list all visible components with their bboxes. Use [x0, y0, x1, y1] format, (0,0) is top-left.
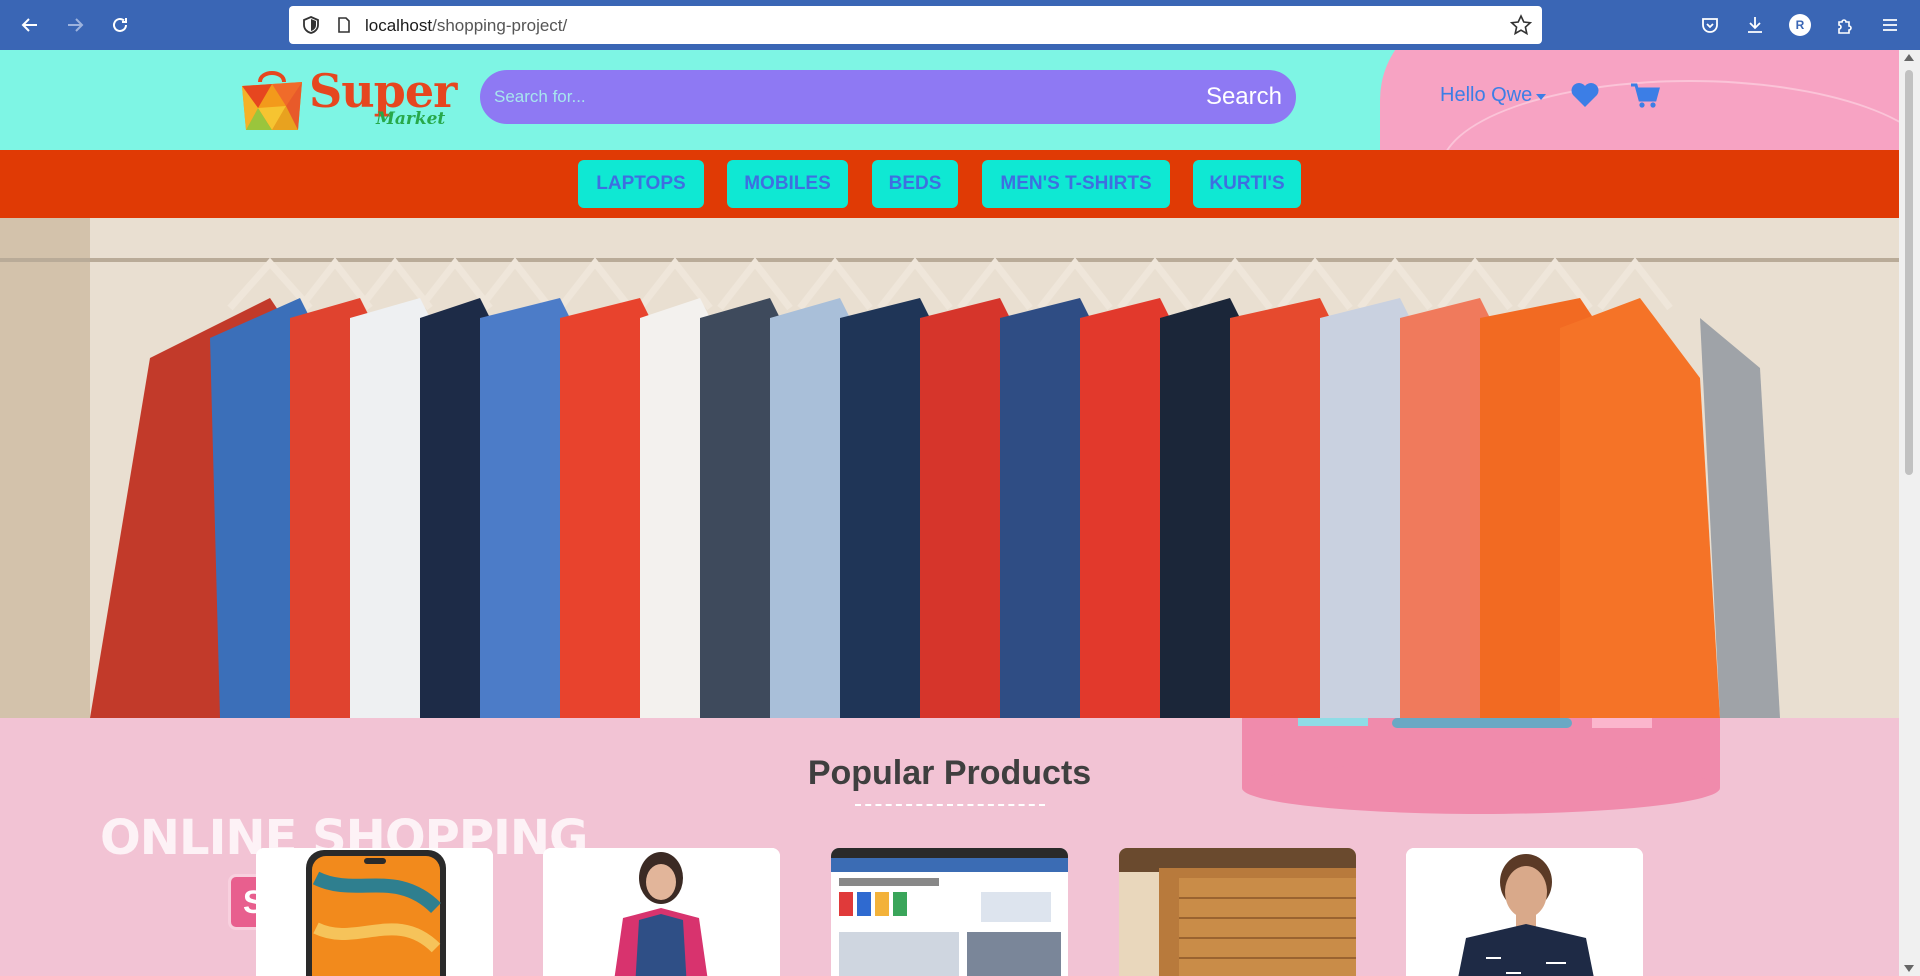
kurti-image [543, 848, 780, 976]
url-text[interactable]: localhost/shopping-project/ [365, 16, 567, 36]
user-menu-toggle[interactable]: Hello Qwe [1440, 84, 1547, 107]
url-path: /shopping-project/ [432, 16, 568, 35]
scroll-down-icon[interactable] [1904, 965, 1914, 972]
product-list [0, 718, 1899, 976]
site-logo[interactable]: Super Market [238, 64, 457, 136]
scrollbar-thumb[interactable] [1905, 70, 1913, 475]
reload-icon[interactable] [107, 12, 133, 38]
smartphone-image [256, 848, 493, 976]
profile-avatar[interactable]: R [1789, 14, 1811, 36]
category-nav: LAPTOPS MOBILES BEDS MEN'S T-SHIRTS KURT… [0, 150, 1899, 218]
mens-sweatshirt-image [1406, 848, 1643, 976]
page-viewport: Super Market Search Hello Qwe LAPTOPS MO… [0, 50, 1899, 976]
cart-icon[interactable] [1630, 82, 1660, 110]
forward-icon[interactable] [62, 12, 88, 38]
popular-products-section: ONLINE SHOPPING S Popular Products [0, 718, 1899, 976]
category-beds[interactable]: BEDS [872, 160, 958, 208]
menu-icon[interactable] [1878, 13, 1902, 37]
page-scrollbar[interactable] [1899, 50, 1920, 976]
shopping-bag-icon [242, 71, 302, 130]
browser-toolbar: localhost/shopping-project/ R [0, 0, 1920, 50]
page-icon [338, 17, 350, 33]
back-icon[interactable] [17, 12, 43, 38]
site-header: Super Market Search Hello Qwe [0, 50, 1899, 150]
laptop-screen-image [831, 848, 1068, 976]
star-icon[interactable] [1510, 14, 1532, 36]
shield-icon[interactable] [301, 15, 321, 35]
category-laptops[interactable]: LAPTOPS [578, 160, 704, 208]
heart-icon[interactable] [1570, 82, 1600, 108]
address-bar[interactable]: localhost/shopping-project/ [289, 6, 1542, 44]
extensions-icon[interactable] [1833, 13, 1857, 37]
pocket-icon[interactable] [1698, 13, 1722, 37]
search-input[interactable] [494, 82, 1174, 112]
category-kurtis[interactable]: KURTI'S [1193, 160, 1301, 208]
product-card-smartphone[interactable] [256, 848, 493, 976]
product-card-kurti[interactable] [543, 848, 780, 976]
url-host: localhost [365, 16, 433, 35]
caret-down-icon [1536, 93, 1547, 100]
clothing-rack-illustration [0, 218, 1899, 718]
product-card-laptop[interactable] [831, 848, 1068, 976]
user-greeting: Hello Qwe [1440, 84, 1533, 106]
scroll-up-icon[interactable] [1904, 54, 1914, 61]
download-icon[interactable] [1743, 13, 1767, 37]
hero-banner-image[interactable] [0, 218, 1899, 718]
search-bar: Search [480, 70, 1296, 124]
bed-image [1119, 848, 1356, 976]
product-card-mens-sweatshirt[interactable] [1406, 848, 1643, 976]
search-button[interactable]: Search [1206, 80, 1282, 114]
logo-subtitle: Market [376, 109, 446, 129]
category-mobiles[interactable]: MOBILES [727, 160, 848, 208]
product-card-bed[interactable] [1119, 848, 1356, 976]
category-mens-tshirts[interactable]: MEN'S T-SHIRTS [982, 160, 1170, 208]
